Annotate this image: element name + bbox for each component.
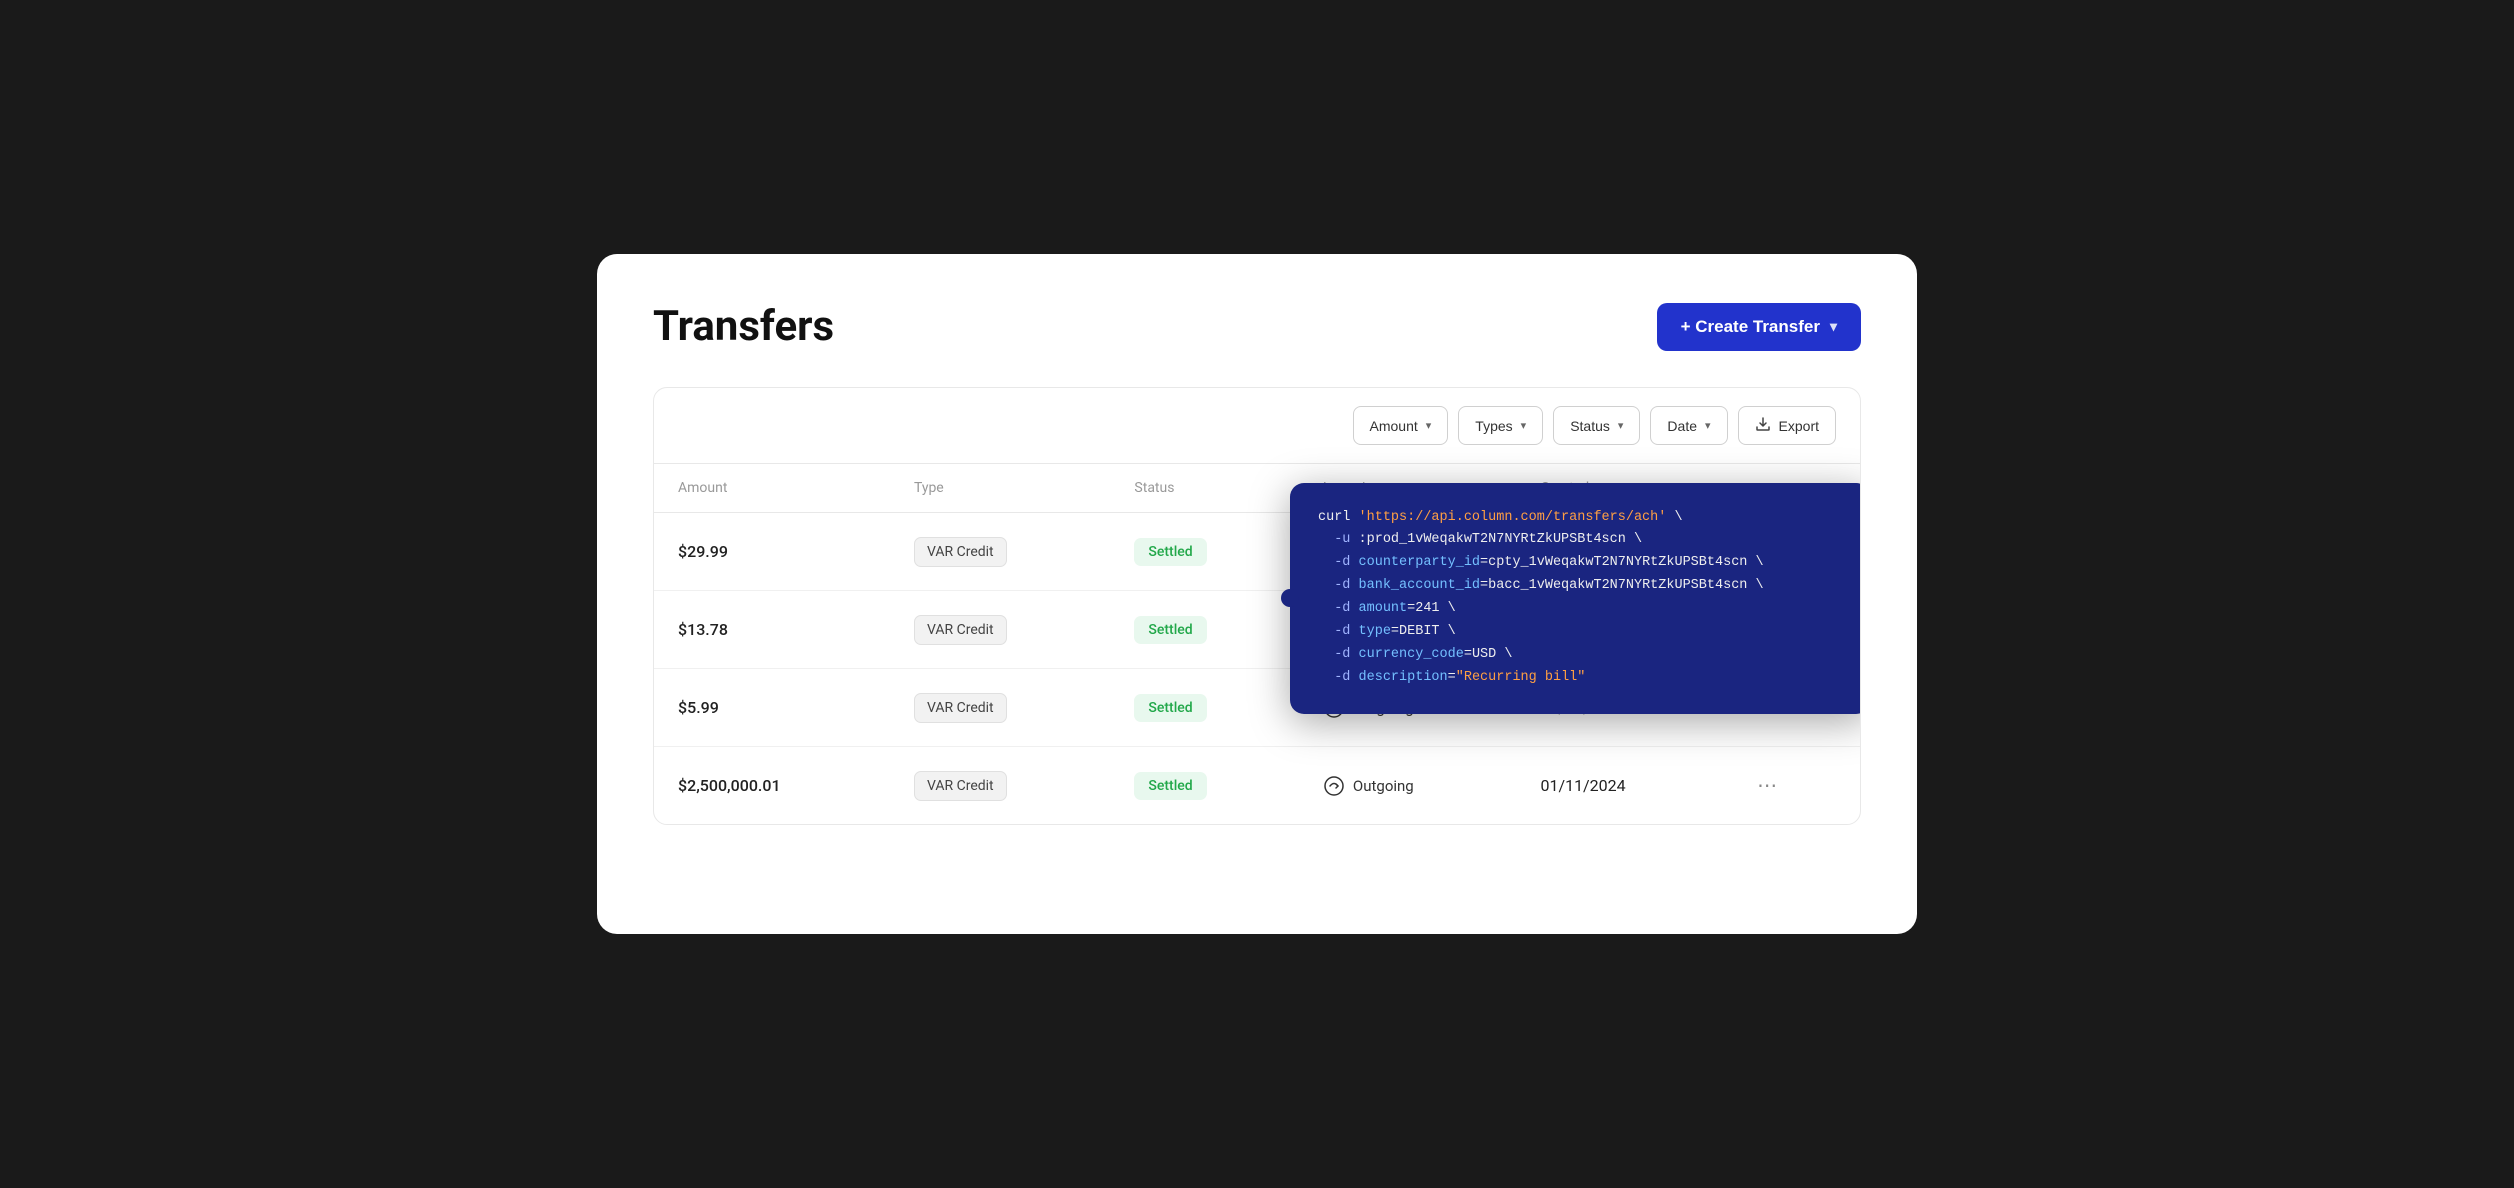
table-row: $2,500,000.01 VAR Credit Settled Outgoin… [654, 747, 1860, 825]
table-container: Amount ▾ Types ▾ Status ▾ Date ▾ [653, 387, 1861, 825]
date-filter-button[interactable]: Date ▾ [1650, 406, 1727, 445]
status-cell: Settled [1110, 747, 1298, 825]
code-line-3: -d counterparty_id=cpty_1vWeqakwT2N7NYRt… [1318, 552, 1842, 575]
status-badge: Settled [1134, 616, 1206, 644]
export-icon [1755, 416, 1771, 435]
date-cell: 01/11/2024 [1516, 747, 1725, 825]
status-cell: Settled [1110, 591, 1298, 669]
code-tooltip: curl 'https://api.column.com/transfers/a… [1290, 483, 1861, 715]
type-cell: VAR Credit [890, 513, 1110, 591]
type-badge: VAR Credit [914, 771, 1007, 801]
create-transfer-button[interactable]: + Create Transfer ▾ [1657, 303, 1861, 351]
status-cell: Settled [1110, 513, 1298, 591]
code-line-1: curl 'https://api.column.com/transfers/a… [1318, 507, 1842, 530]
export-button[interactable]: Export [1738, 406, 1836, 445]
code-line-8: -d description="Recurring bill" [1318, 667, 1842, 690]
amount-filter-button[interactable]: Amount ▾ [1353, 406, 1449, 445]
code-line-6: -d type=DEBIT \ [1318, 621, 1842, 644]
col-amount: Amount [654, 464, 890, 513]
amount-cell: $29.99 [654, 513, 890, 591]
amount-cell: $2,500,000.01 [654, 747, 890, 825]
chevron-down-icon: ▾ [1521, 419, 1527, 432]
chevron-down-icon: ▾ [1618, 419, 1624, 432]
connector-dot [1281, 589, 1299, 607]
status-badge: Settled [1134, 694, 1206, 722]
type-cell: VAR Credit [890, 591, 1110, 669]
type-badge: VAR Credit [914, 537, 1007, 567]
app-container: Transfers + Create Transfer ▾ Amount ▾ T… [597, 254, 1917, 934]
date-filter-label: Date [1667, 418, 1697, 434]
page-title: Transfers [653, 302, 834, 351]
amount-cell: $13.78 [654, 591, 890, 669]
code-line-7: -d currency_code=USD \ [1318, 644, 1842, 667]
amount-filter-label: Amount [1370, 418, 1418, 434]
code-line-4: -d bank_account_id=bacc_1vWeqakwT2N7NYRt… [1318, 575, 1842, 598]
direction-cell: Outgoing [1299, 747, 1517, 825]
status-badge: Settled [1134, 538, 1206, 566]
type-cell: VAR Credit [890, 747, 1110, 825]
row-more-button[interactable]: ⋯ [1749, 769, 1787, 802]
status-badge: Settled [1134, 772, 1206, 800]
types-filter-label: Types [1475, 418, 1512, 434]
row-actions-cell: ⋯ [1725, 747, 1860, 825]
status-filter-label: Status [1570, 418, 1610, 434]
export-label: Export [1779, 418, 1819, 434]
page-header: Transfers + Create Transfer ▾ [653, 302, 1861, 351]
code-line-5: -d amount=241 \ [1318, 598, 1842, 621]
status-filter-button[interactable]: Status ▾ [1553, 406, 1640, 445]
type-badge: VAR Credit [914, 615, 1007, 645]
type-cell: VAR Credit [890, 669, 1110, 747]
direction-label: Outgoing [1353, 777, 1414, 795]
types-filter-button[interactable]: Types ▾ [1458, 406, 1543, 445]
status-cell: Settled [1110, 669, 1298, 747]
chevron-down-icon: ▾ [1705, 419, 1711, 432]
chevron-down-icon: ▾ [1426, 419, 1432, 432]
filter-bar: Amount ▾ Types ▾ Status ▾ Date ▾ [654, 388, 1860, 464]
amount-cell: $5.99 [654, 669, 890, 747]
chevron-down-icon: ▾ [1830, 318, 1837, 335]
type-badge: VAR Credit [914, 693, 1007, 723]
col-status: Status [1110, 464, 1298, 513]
create-transfer-label: + Create Transfer [1681, 317, 1820, 337]
outgoing-icon [1323, 775, 1345, 797]
col-type: Type [890, 464, 1110, 513]
code-line-2: -u :prod_1vWeqakwT2N7NYRtZkUPSBt4scn \ [1318, 529, 1842, 552]
